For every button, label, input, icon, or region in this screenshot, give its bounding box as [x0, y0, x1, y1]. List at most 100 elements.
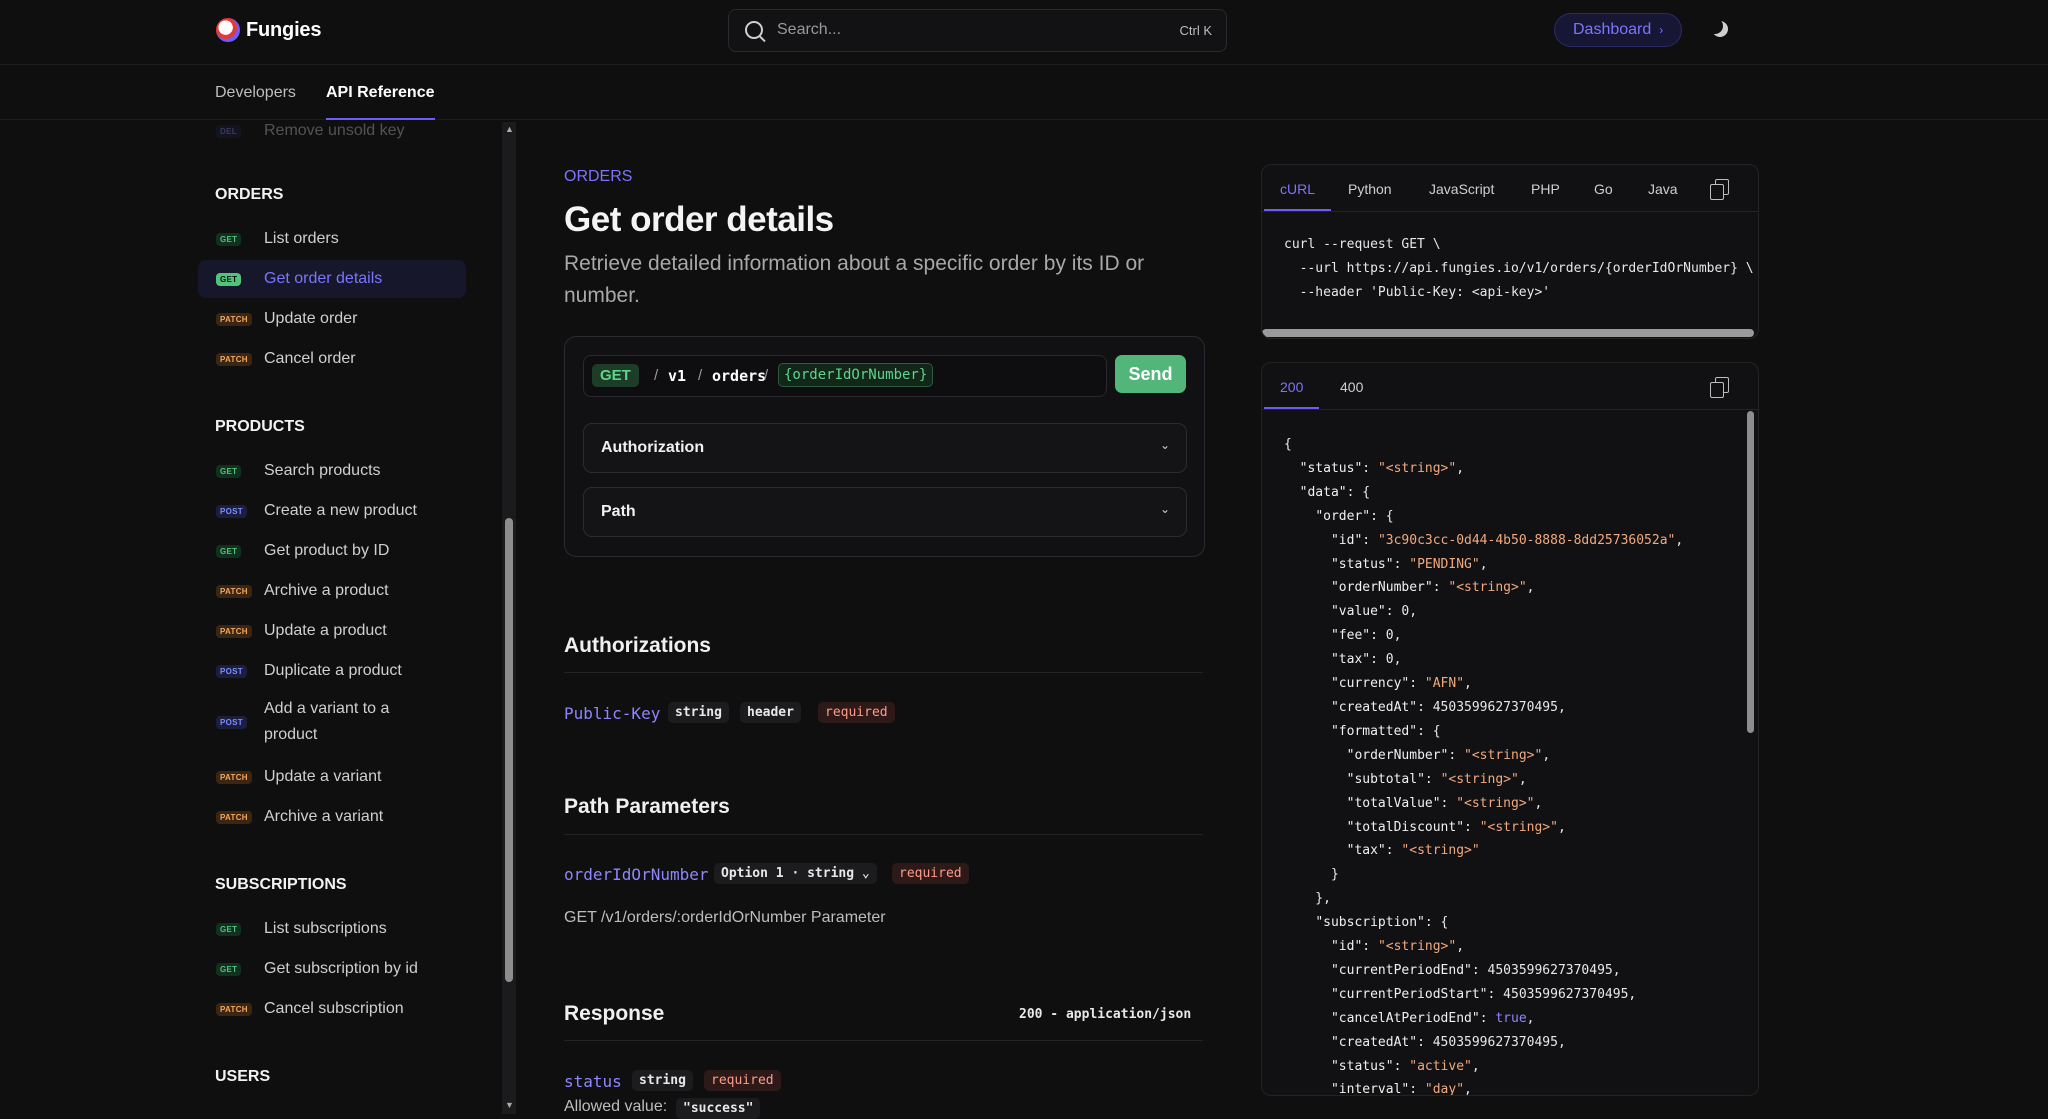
response-field-name: status: [564, 1072, 622, 1091]
divider: [564, 672, 1203, 673]
sidebar-item-create-product[interactable]: POST Create a new product: [198, 492, 466, 530]
option-select[interactable]: Option 1 · string ⌄: [714, 863, 877, 884]
tab-python[interactable]: Python: [1348, 181, 1392, 197]
sidebar-item-update-variant[interactable]: PATCH Update a variant: [198, 758, 466, 796]
tab-java[interactable]: Java: [1648, 181, 1678, 197]
section-users: USERS: [215, 1068, 271, 1085]
dashboard-button[interactable]: Dashboard ›: [1554, 13, 1683, 47]
allowed-value: "success": [676, 1098, 761, 1119]
sidebar-item-remove-unsold-key[interactable]: DEL Remove unsold key: [198, 120, 466, 150]
tab-400[interactable]: 400: [1340, 379, 1363, 395]
path-accordion[interactable]: Path ⌄: [583, 487, 1187, 537]
section-orders: ORDERS: [215, 186, 284, 203]
method-badge: PATCH: [216, 312, 252, 326]
code-line: curl --request GET \: [1284, 237, 1441, 252]
sidebar-item-get-product-by-id[interactable]: GET Get product by ID: [198, 532, 466, 570]
path-segment: orders: [712, 367, 767, 385]
tab-javascript[interactable]: JavaScript: [1429, 181, 1494, 197]
sidebar-item-get-order-details[interactable]: GET Get order details: [198, 260, 466, 298]
method-badge: DEL: [216, 124, 241, 138]
response-content-type: 200 - application/json: [1019, 1007, 1192, 1022]
tab-curl[interactable]: cURL: [1263, 181, 1332, 211]
section-subscriptions: SUBSCRIPTIONS: [215, 876, 347, 893]
page-title: Get order details: [564, 200, 834, 239]
nav-tabs: Developers API Reference: [0, 64, 2048, 120]
path-segment: v1: [668, 367, 687, 385]
tab-200[interactable]: 200: [1263, 379, 1320, 409]
method-badge: PATCH: [216, 810, 252, 824]
scroll-down-icon[interactable]: ▼: [505, 1100, 514, 1110]
search-shortcut: Ctrl K: [1179, 23, 1213, 38]
sidebar-item-label: Get subscription by id: [264, 960, 418, 977]
method-badge: PATCH: [216, 1002, 252, 1016]
copy-icon[interactable]: [1710, 179, 1729, 200]
sidebar-item-cancel-order[interactable]: PATCH Cancel order: [198, 340, 466, 378]
sidebar-item-list-orders[interactable]: GET List orders: [198, 220, 466, 258]
sidebar-item-archive-variant[interactable]: PATCH Archive a variant: [198, 798, 466, 836]
sidebar-item-get-subscription[interactable]: GET Get subscription by id: [198, 950, 466, 988]
required-badge: required: [818, 702, 895, 723]
response-vertical-scrollbar[interactable]: [1747, 411, 1754, 733]
sidebar-item-label: Remove unsold key: [264, 122, 405, 139]
sidebar-item-label: Cancel subscription: [264, 1000, 404, 1017]
param-name: Public-Key: [564, 704, 661, 723]
method-badge: POST: [216, 664, 247, 678]
allowed-value-label: Allowed value:: [564, 1098, 668, 1115]
sidebar-item-duplicate-product[interactable]: POST Duplicate a product: [198, 652, 466, 690]
path-variable-input[interactable]: {orderIdOrNumber}: [778, 363, 934, 387]
path-separator: /: [698, 367, 703, 384]
chevron-down-icon: ⌄: [1159, 502, 1170, 516]
method-badge: PATCH: [216, 770, 252, 784]
theme-toggle-moon-icon[interactable]: [1712, 21, 1728, 37]
logo[interactable]: Fungies: [216, 18, 321, 42]
request-url-bar[interactable]: GET / v1 / orders / {orderIdOrNumber}: [583, 355, 1107, 397]
tab-go[interactable]: Go: [1594, 181, 1613, 197]
response-example-panel: 200 400 { "status": "<string>", "data": …: [1261, 362, 1759, 1096]
top-bar: Fungies Search... Ctrl K Dashboard ›: [0, 0, 2048, 65]
search-icon: [745, 21, 763, 39]
send-button[interactable]: Send: [1115, 355, 1186, 393]
divider: [564, 834, 1203, 835]
required-badge: required: [892, 863, 969, 884]
code-line: --url https://api.fungies.io/v1/orders/{…: [1284, 261, 1754, 276]
path-parameters-heading: Path Parameters: [564, 795, 730, 818]
tab-api-reference[interactable]: API Reference: [326, 84, 435, 120]
required-badge: required: [704, 1070, 781, 1091]
sidebar-item-cancel-subscription[interactable]: PATCH Cancel subscription: [198, 990, 466, 1028]
tab-php[interactable]: PHP: [1531, 181, 1560, 197]
sidebar-item-update-product[interactable]: PATCH Update a product: [198, 612, 466, 650]
sidebar-item-archive-product[interactable]: PATCH Archive a product: [198, 572, 466, 610]
code-line: --header 'Public-Key: <api-key>': [1284, 285, 1551, 300]
authorization-accordion[interactable]: Authorization ⌄: [583, 423, 1187, 473]
tab-developers[interactable]: Developers: [215, 84, 296, 102]
sidebar-item-search-products[interactable]: GET Search products: [198, 452, 466, 490]
sidebar-item-list-subscriptions[interactable]: GET List subscriptions: [198, 910, 466, 948]
accordion-title: Path: [601, 503, 636, 520]
sidebar-scroll-thumb[interactable]: [505, 518, 513, 982]
accordion-title: Authorization: [601, 439, 705, 456]
divider: [564, 1040, 1203, 1041]
sidebar-item-label: Update a product: [264, 622, 387, 639]
copy-icon[interactable]: [1710, 377, 1729, 398]
sidebar-item-label: Search products: [264, 462, 381, 479]
sidebar-item-label: Create a new product: [264, 502, 417, 519]
path-separator: /: [764, 367, 769, 384]
method-badge: GET: [592, 364, 639, 387]
sidebar-item-label: Update order: [264, 310, 358, 327]
method-badge: GET: [216, 544, 242, 558]
param-description: GET /v1/orders/:orderIdOrNumber Paramete…: [564, 909, 886, 926]
sidebar-item-add-variant[interactable]: POST Add a variant to a product: [198, 692, 466, 752]
sidebar-item-label: Cancel order: [264, 350, 356, 367]
search-input[interactable]: Search... Ctrl K: [728, 9, 1227, 52]
scroll-up-icon[interactable]: ▲: [505, 124, 514, 134]
param-name: orderIdOrNumber: [564, 865, 709, 884]
chevron-right-icon: ›: [1659, 23, 1664, 37]
sidebar-item-label: Archive a variant: [264, 808, 384, 825]
chevron-down-icon: ⌄: [861, 866, 870, 881]
method-badge: PATCH: [216, 624, 252, 638]
breadcrumb[interactable]: ORDERS: [564, 168, 632, 186]
method-badge: GET: [216, 962, 242, 976]
code-horizontal-scrollbar[interactable]: [1262, 329, 1754, 337]
sidebar-item-update-order[interactable]: PATCH Update order: [198, 300, 466, 338]
status-tabs: 200 400: [1262, 363, 1758, 410]
